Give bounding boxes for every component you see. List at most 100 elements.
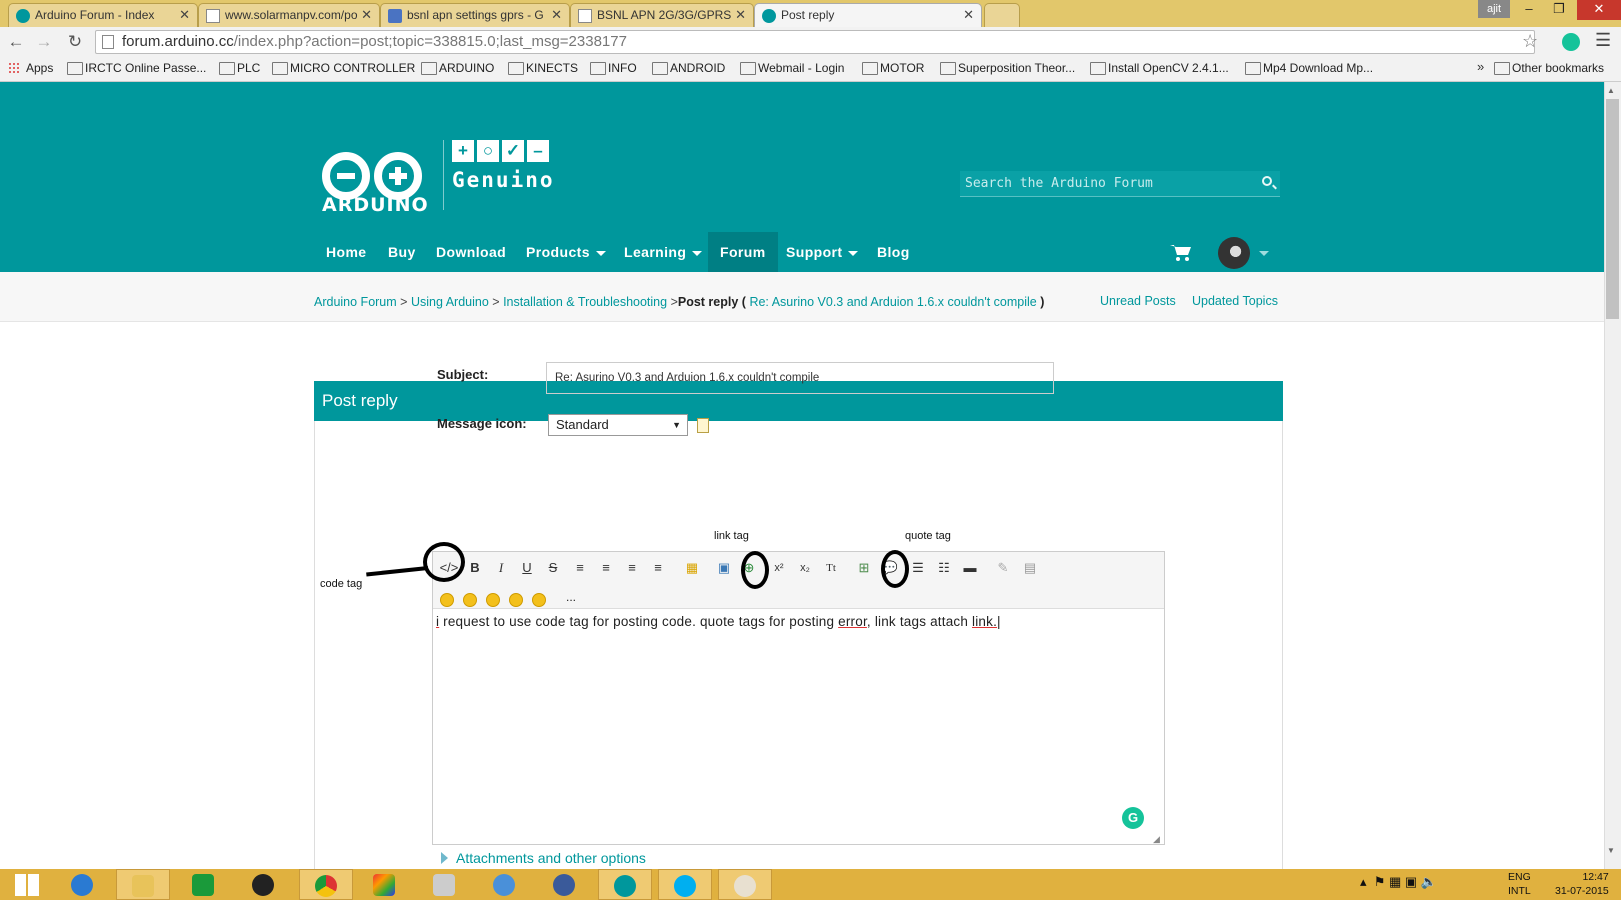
source-view-icon[interactable]: ▤ [1020,558,1040,578]
forward-icon[interactable]: → [33,32,55,52]
bullet-list-icon[interactable]: ☰ [908,558,928,578]
bookmark-kinects[interactable]: KINECTS [508,61,578,75]
numbered-list-icon[interactable]: ☷ [934,558,954,578]
nav-forum[interactable]: Forum [708,232,778,272]
user-badge[interactable]: ajit [1478,0,1510,18]
nav-learning[interactable]: Learning [612,232,714,272]
unread-posts-link[interactable]: Unread Posts [1100,294,1176,308]
arduino-ide-icon[interactable] [598,869,652,900]
bookmark-info[interactable]: INFO [590,61,637,75]
chrome-icon[interactable] [299,869,353,900]
menu-icon[interactable]: ☰ [1595,30,1611,51]
nav-products[interactable]: Products [514,232,618,272]
message-icon-select[interactable]: Standard ▼ [548,414,688,436]
genuino-logo[interactable]: + ○ ✓ – [452,140,552,162]
breadcrumb-installation[interactable]: Installation & Troubleshooting [503,295,667,309]
table-icon[interactable]: ⊞ [854,558,874,578]
minimize-icon[interactable]: – [1514,0,1544,20]
bookmark-micro-controller[interactable]: MICRO CONTROLLER [272,61,415,75]
restore-icon[interactable]: ❐ [1544,0,1574,20]
bookmarks-overflow-icon[interactable]: » [1477,59,1484,74]
back-icon[interactable]: ← [5,32,27,52]
system-tray-icons[interactable]: ▴ ⚑ ▦ ▣ 🔈 [1360,874,1437,890]
scroll-down-icon[interactable]: ▼ [1607,846,1615,855]
bookmark-opencv[interactable]: Install OpenCV 2.4.1... [1090,61,1229,75]
tab-bsnl-apn[interactable]: BSNL APN 2G/3G/GPRS ✕ [570,3,754,27]
message-text[interactable]: i request to use code tag for posting co… [436,614,1001,629]
attachments-toggle[interactable]: Attachments and other options [456,850,646,866]
store-icon[interactable] [177,869,231,900]
new-tab-button[interactable] [984,3,1020,27]
tab-solarmanpv[interactable]: www.solarmanpv.com/po ✕ [198,3,380,27]
nav-home[interactable]: Home [314,232,379,272]
expand-arrow-icon[interactable] [441,852,448,864]
align-justify-icon[interactable]: ≡ [622,558,642,578]
app-tiles-icon[interactable] [358,869,412,900]
horizontal-rule-icon[interactable]: ▬ [960,558,980,578]
subscript-icon[interactable]: x₂ [795,558,815,578]
breadcrumb-forum[interactable]: Arduino Forum [314,295,397,309]
angry-smiley-icon[interactable] [463,593,477,607]
bookmark-webmail[interactable]: Webmail - Login [740,61,844,75]
scroll-up-icon[interactable]: ▲ [1607,86,1615,95]
nav-download[interactable]: Download [424,232,518,272]
cool-smiley-icon[interactable] [509,593,523,607]
tab-arduino-forum-index[interactable]: Arduino Forum - Index ✕ [8,3,198,27]
file-explorer-icon[interactable] [116,869,170,900]
underline-icon[interactable]: U [517,558,537,578]
updated-topics-link[interactable]: Updated Topics [1192,294,1278,308]
globe-app-icon[interactable] [538,869,592,900]
color-picker-icon[interactable]: ▦ [682,558,702,578]
bookmark-superposition[interactable]: Superposition Theor... [940,61,1075,75]
bookmark-motor[interactable]: MOTOR [862,61,924,75]
close-window-icon[interactable]: ✕ [1577,0,1621,20]
bookmark-apps[interactable]: Apps [8,61,53,75]
image-icon[interactable]: ▣ [714,558,734,578]
smiley-icon[interactable] [440,593,454,607]
resize-handle-icon[interactable]: ◢ [1153,834,1160,845]
grammarly-extension-icon[interactable] [1562,33,1580,51]
search-input[interactable]: Search the Arduino Forum [960,171,1280,197]
bookmark-plc[interactable]: PLC [219,61,260,75]
align-center-icon[interactable]: ≡ [596,558,616,578]
teletype-icon[interactable]: Tt [821,558,841,578]
align-right-icon[interactable]: ≡ [648,558,668,578]
smiley-icon[interactable] [486,593,500,607]
language-indicator[interactable]: ENG INTL [1508,870,1531,898]
close-tab-icon[interactable]: ✕ [361,7,372,23]
bold-icon[interactable]: B [465,558,485,578]
scrollbar-thumb[interactable] [1606,99,1619,319]
calculator-icon[interactable] [418,869,472,900]
subject-input[interactable]: Re: Asurino V0.3 and Arduion 1.6.x could… [546,362,1054,394]
tab-google-search[interactable]: bsnl apn settings gprs - G ✕ [380,3,570,27]
grammarly-button[interactable]: G [1122,807,1144,829]
more-smileys-link[interactable]: ... [566,590,576,604]
close-tab-icon[interactable]: ✕ [963,7,974,23]
breadcrumb-using-arduino[interactable]: Using Arduino [411,295,489,309]
align-left-icon[interactable]: ≡ [570,558,590,578]
bookmark-arduino[interactable]: ARDUINO [421,61,494,75]
close-tab-icon[interactable]: ✕ [735,7,746,23]
breadcrumb-topic[interactable]: Re: Asurino V0.3 and Arduion 1.6.x could… [749,295,1036,309]
remove-format-icon[interactable]: ✎ [993,558,1013,578]
tab-post-reply[interactable]: Post reply ✕ [754,3,982,27]
avatar[interactable] [1218,237,1250,269]
address-bar[interactable]: forum.arduino.cc/index.php?action=post;t… [95,30,1535,54]
thunderbird-icon[interactable] [478,869,532,900]
nav-buy[interactable]: Buy [376,232,428,272]
chevron-down-icon[interactable] [1259,251,1269,256]
superscript-icon[interactable]: x² [769,558,789,578]
cart-icon[interactable] [1170,243,1192,261]
smiley-icon[interactable] [532,593,546,607]
reload-icon[interactable]: ↻ [64,32,86,52]
bookmark-star-icon[interactable]: ☆ [1522,31,1538,52]
internet-explorer-icon[interactable] [56,869,110,900]
search-icon[interactable] [1262,176,1272,186]
bookmark-mp4[interactable]: Mp4 Download Mp... [1245,61,1373,75]
strikethrough-icon[interactable]: S [543,558,563,578]
skype-icon[interactable] [658,869,712,900]
clock[interactable]: 12:47 31-07-2015 [1555,870,1609,898]
nav-support[interactable]: Support [774,232,870,272]
paint-icon[interactable] [718,869,772,900]
start-button[interactable] [0,869,54,900]
